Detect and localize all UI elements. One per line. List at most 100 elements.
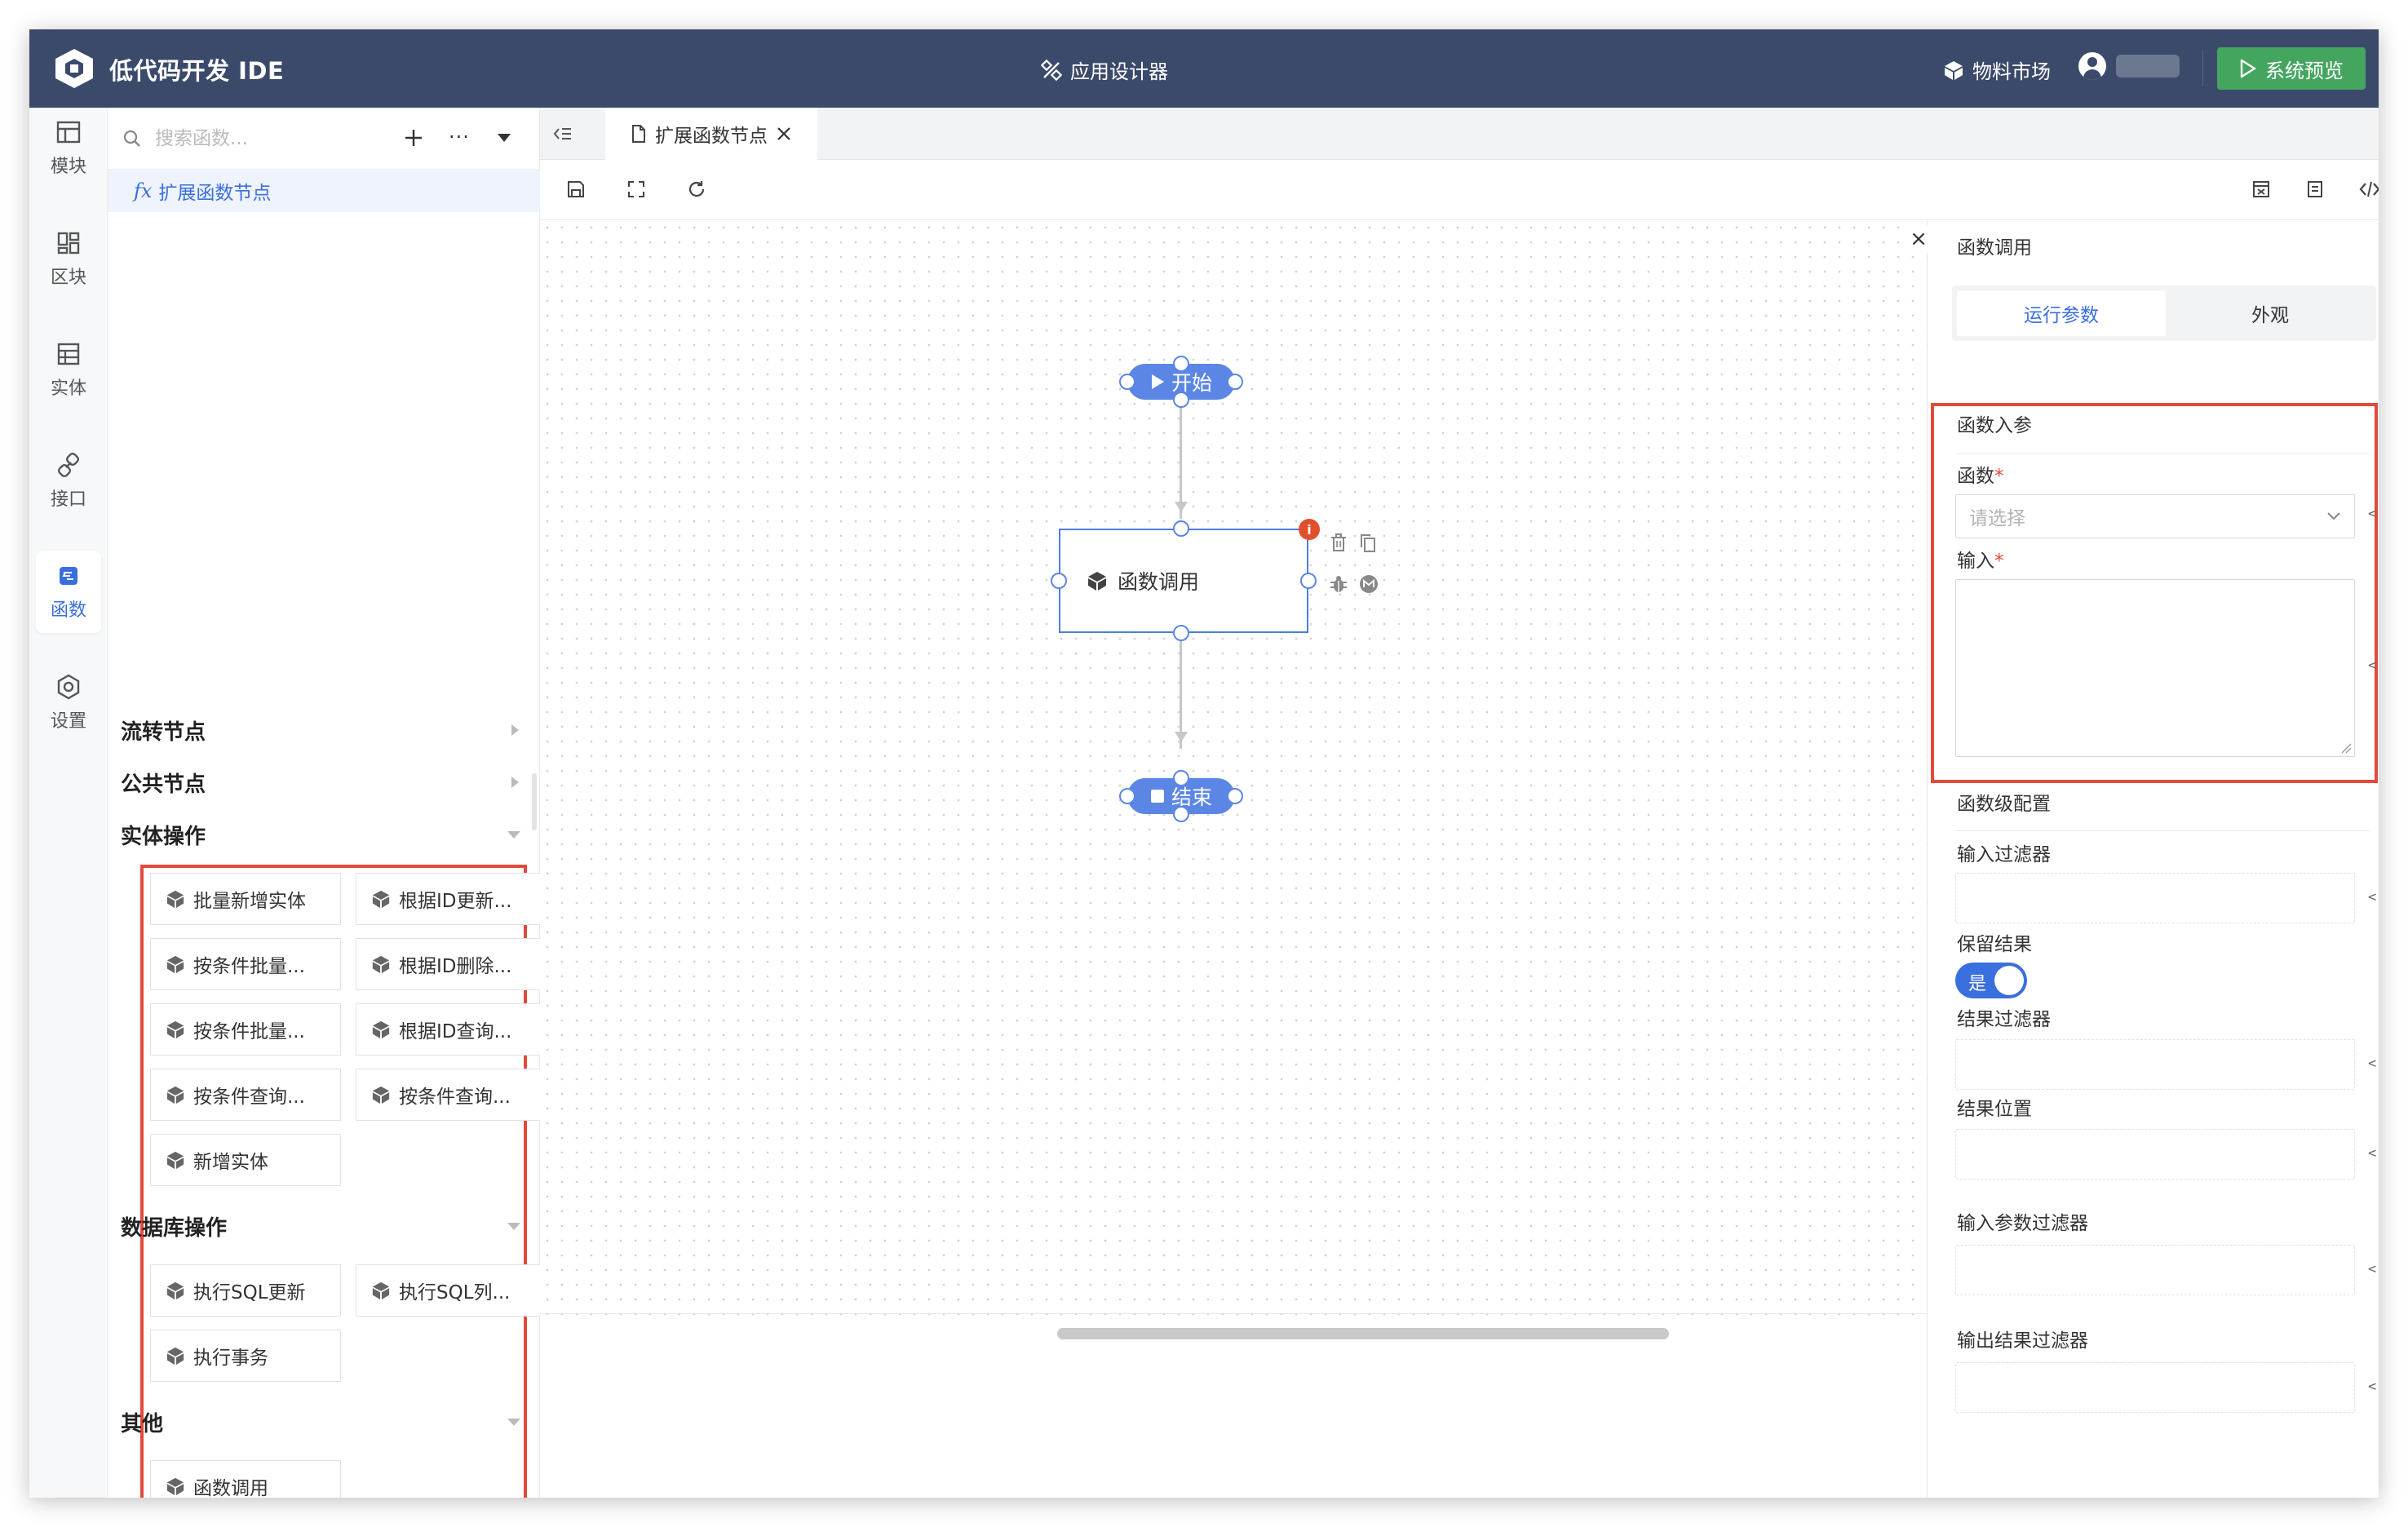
connection-port[interactable] (1173, 770, 1189, 786)
group-database-ops[interactable]: 数据库操作 (121, 1206, 529, 1246)
op-add-entity[interactable]: 新增实体 (150, 1134, 341, 1186)
op-exec-sql-list[interactable]: 执行SQL列... (356, 1264, 547, 1317)
section-divider (1955, 830, 2370, 831)
fx-icon: fx (134, 179, 153, 202)
nav-item-block[interactable]: 区块 (36, 219, 101, 300)
nav-item-settings[interactable]: 设置 (36, 662, 101, 744)
connection-port[interactable] (1051, 573, 1067, 589)
input-textarea[interactable] (1955, 579, 2355, 757)
input-filter-label: 输入过滤器 (1957, 844, 2051, 865)
nav-item-function[interactable]: 函数 (36, 551, 101, 633)
function-call-node[interactable]: 函数调用 (1059, 529, 1308, 633)
tab-extension-function-node[interactable]: 扩展函数节点 (605, 108, 817, 160)
connection-port[interactable] (1227, 788, 1243, 804)
group-title: 公共节点 (121, 772, 206, 797)
link-icon (57, 452, 80, 478)
output-result-filter-field[interactable] (1955, 1362, 2355, 1413)
delete-icon[interactable] (1330, 533, 1348, 553)
connection-port[interactable] (1227, 374, 1243, 390)
expression-toggle-icon[interactable]: <·> (2368, 1056, 2379, 1072)
op-batch-by-condition-1[interactable]: 按条件批量... (150, 938, 341, 990)
more-options-icon[interactable]: ··· (449, 126, 470, 148)
expression-toggle-icon[interactable]: <·> (2368, 1261, 2379, 1277)
connection-port[interactable] (1119, 374, 1135, 390)
nav-item-entity[interactable]: 实体 (36, 330, 101, 411)
info-badge-icon[interactable]: i (1299, 519, 1320, 540)
op-exec-sql-update[interactable]: 执行SQL更新 (150, 1264, 341, 1317)
op-delete-by-id[interactable]: 根据ID删除... (356, 938, 547, 990)
nav-item-interface[interactable]: 接口 (36, 440, 101, 522)
nav-item-module[interactable]: 模块 (36, 108, 101, 189)
system-preview-button[interactable]: 系统预览 (2217, 47, 2366, 90)
flow-canvas[interactable]: 开始 函数调用 i 结束 (540, 220, 1927, 1498)
tab-appearance[interactable]: 外观 (2166, 290, 2375, 336)
close-panel-icon[interactable]: × (1906, 225, 1931, 253)
op-exec-transaction[interactable]: 执行事务 (150, 1330, 341, 1382)
nav-label-block: 区块 (50, 268, 86, 288)
expression-toggle-icon[interactable]: <·> (2368, 506, 2379, 522)
group-title: 实体操作 (121, 824, 206, 849)
app-designer-title[interactable]: 应用设计器 (1041, 55, 1168, 84)
connection-port[interactable] (1300, 573, 1317, 589)
properties-tab-switch: 运行参数 外观 (1952, 285, 2376, 341)
keep-result-toggle[interactable]: 是 (1955, 963, 2027, 998)
tree-item-extension-function[interactable]: fx 扩展函数节点 (108, 170, 540, 212)
op-batch-add-entity[interactable]: 批量新增实体 (150, 873, 341, 925)
canvas-horizontal-scrollbar[interactable] (1057, 1328, 1669, 1339)
debug-bug-icon[interactable] (1330, 574, 1348, 594)
play-icon (1151, 374, 1164, 389)
cube-icon (166, 955, 184, 974)
expression-toggle-icon[interactable]: <·> (2368, 1379, 2379, 1395)
tab-run-params[interactable]: 运行参数 (1957, 290, 2166, 336)
result-filter-field[interactable] (1955, 1039, 2355, 1090)
caret-down-icon[interactable] (496, 132, 512, 144)
material-market-link[interactable]: 物料市场 (1943, 55, 2051, 84)
fullscreen-icon[interactable] (626, 179, 646, 199)
refresh-icon[interactable] (687, 179, 706, 199)
input-filter-field[interactable] (1955, 873, 2355, 923)
op-label: 按条件批量... (193, 1021, 305, 1042)
connection-port[interactable] (1119, 788, 1135, 804)
result-position-field[interactable] (1955, 1129, 2355, 1180)
document-icon[interactable] (2305, 179, 2325, 199)
connection-port[interactable] (1173, 520, 1189, 537)
op-function-call[interactable]: 函数调用 (150, 1460, 341, 1498)
op-query-by-condition-1[interactable]: 按条件查询... (150, 1069, 341, 1121)
save-icon[interactable] (566, 179, 586, 199)
collapse-panel-icon[interactable] (553, 126, 573, 142)
group-flow-nodes[interactable]: 流转节点 (121, 710, 529, 750)
close-icon[interactable] (776, 126, 792, 142)
side-panel-scrollbar[interactable] (532, 773, 537, 830)
op-update-by-id[interactable]: 根据ID更新... (356, 873, 547, 925)
expression-toggle-icon[interactable]: <·> (2368, 889, 2379, 905)
op-label: 按条件批量... (193, 956, 305, 977)
op-query-by-condition-2[interactable]: 按条件查询... (356, 1069, 547, 1121)
expression-toggle-icon[interactable]: <·> (2368, 1145, 2379, 1162)
app-window: 低代码开发 IDE 应用设计器 物料市场 系统预览 模块 区块 实体 接口 函数… (29, 29, 2379, 1498)
cube-icon (166, 1020, 184, 1039)
design-tools-icon (1041, 59, 1062, 81)
connection-port[interactable] (1173, 392, 1189, 408)
calculator-icon[interactable] (2251, 179, 2271, 199)
user-menu[interactable] (2078, 52, 2180, 80)
chevron-down-icon (507, 1222, 520, 1230)
op-label: 按条件查询... (193, 1087, 305, 1108)
add-icon[interactable] (403, 127, 424, 148)
mock-icon[interactable] (1359, 574, 1379, 594)
group-entity-ops[interactable]: 实体操作 (121, 814, 529, 855)
system-preview-label: 系统预览 (2265, 59, 2344, 82)
input-param-filter-field[interactable] (1955, 1245, 2355, 1295)
search-function-input[interactable] (155, 124, 375, 153)
resize-grip-icon[interactable] (2340, 742, 2352, 754)
expression-toggle-icon[interactable]: <·> (2368, 657, 2379, 674)
connection-port[interactable] (1173, 806, 1189, 822)
function-select[interactable]: 请选择 (1955, 494, 2355, 538)
connection-port[interactable] (1173, 625, 1189, 641)
op-query-by-id[interactable]: 根据ID查询... (356, 1003, 547, 1056)
connection-port[interactable] (1173, 356, 1189, 372)
group-other[interactable]: 其他 (121, 1401, 529, 1442)
group-common-nodes[interactable]: 公共节点 (121, 762, 529, 803)
copy-icon[interactable] (1359, 533, 1377, 553)
code-icon[interactable] (2359, 179, 2379, 199)
op-batch-by-condition-2[interactable]: 按条件批量... (150, 1003, 341, 1056)
